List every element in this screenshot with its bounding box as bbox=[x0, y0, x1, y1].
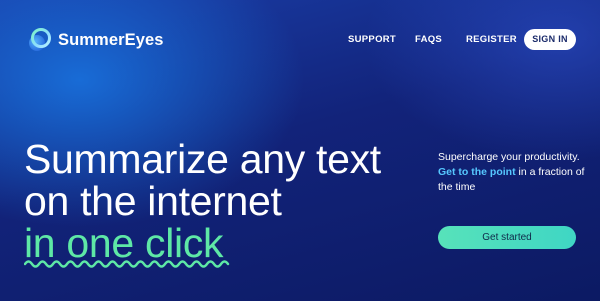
hero-headline: Summarize any text on the internet in on… bbox=[24, 138, 381, 264]
lens-ring-icon bbox=[26, 26, 54, 54]
nav-support-link[interactable]: SUPPORT bbox=[348, 31, 396, 49]
nav-register-link[interactable]: REGISTER bbox=[466, 31, 517, 49]
wavy-underline-decoration bbox=[24, 260, 230, 268]
headline-line-2: on the internet bbox=[24, 178, 282, 224]
headline-line-1: Summarize any text bbox=[24, 136, 381, 182]
brand-name: SummerEyes bbox=[58, 30, 164, 49]
brand-logo[interactable]: SummerEyes bbox=[26, 24, 164, 56]
tagline-intro: Supercharge your productivity. bbox=[438, 151, 580, 163]
site-header: SummerEyes SUPPORT FAQS REGISTER SIGN IN bbox=[0, 0, 600, 80]
nav-faqs-link[interactable]: FAQS bbox=[415, 31, 442, 49]
get-started-button[interactable]: Get started bbox=[438, 226, 576, 249]
sign-in-button[interactable]: SIGN IN bbox=[524, 29, 576, 50]
landing-page: SummerEyes SUPPORT FAQS REGISTER SIGN IN… bbox=[0, 0, 600, 301]
tagline-highlight: Get to the point bbox=[438, 166, 516, 178]
hero-tagline: Supercharge your productivity. Get to th… bbox=[438, 150, 588, 195]
